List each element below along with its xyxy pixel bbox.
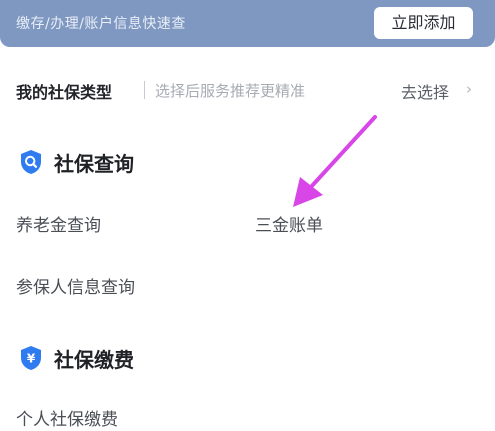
insured-info-query-link[interactable]: 参保人信息查询	[16, 273, 135, 298]
insurance-type-label: 我的社保类型	[16, 83, 113, 102]
search-shield-icon	[20, 149, 42, 175]
account-banner: 缴存/办理/账户信息快速查 立即添加	[0, 0, 495, 47]
insurance-type-row[interactable]: 我的社保类型 选择后服务推荐更精准 去选择 ›	[0, 72, 495, 108]
yuan-glyph: ¥	[27, 352, 36, 366]
yuan-shield-icon: ¥	[20, 345, 42, 371]
chevron-right-icon: ›	[466, 80, 472, 98]
personal-payment-link[interactable]: 个人社保缴费	[16, 405, 118, 430]
three-funds-bill-link[interactable]: 三金账单	[255, 211, 323, 236]
insurance-type-hint: 选择后服务推荐更精准	[155, 82, 306, 100]
choose-type-link[interactable]: 去选择	[401, 79, 449, 103]
pension-query-link[interactable]: 养老金查询	[16, 211, 101, 236]
add-now-button[interactable]: 立即添加	[374, 7, 473, 39]
type-divider	[144, 81, 145, 99]
social-security-page: 缴存/办理/账户信息快速查 立即添加 我的社保类型 选择后服务推荐更精准 去选择…	[0, 0, 495, 431]
section-payment-title: 社保缴费	[54, 348, 134, 372]
section-query-title: 社保查询	[54, 152, 134, 176]
banner-text: 缴存/办理/账户信息快速查	[16, 16, 186, 32]
